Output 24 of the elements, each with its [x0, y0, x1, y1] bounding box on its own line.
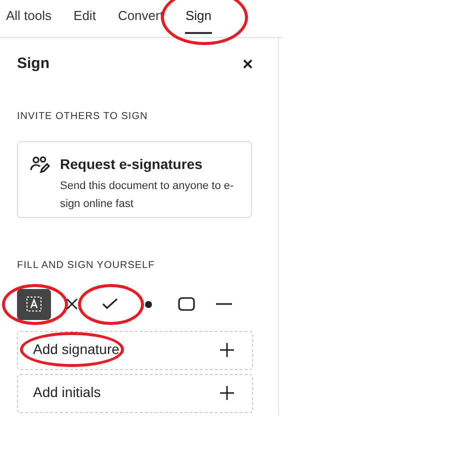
close-button[interactable]: × [242, 55, 253, 74]
tool-button[interactable] [17, 288, 51, 320]
add-row[interactable]: Add initials [17, 374, 253, 412]
request-card[interactable]: Request e-signatures Send this document to anyone to e-sign online fast [17, 140, 252, 218]
plus-icon [220, 343, 234, 357]
tab[interactable]: All tools [6, 6, 52, 37]
plus-icon [220, 386, 234, 400]
dot-icon [144, 300, 152, 308]
card-description: Send this document to anyone to e-sign online fast [60, 178, 235, 212]
tab[interactable]: Edit [74, 6, 96, 37]
text-field-icon [26, 296, 42, 312]
section-heading: INVITE OTHERS TO SIGN [17, 110, 149, 124]
section-heading: FILL AND SIGN YOURSELF [17, 258, 156, 272]
panel-title: Sign [17, 54, 50, 74]
card-title: Request e-signatures [60, 154, 204, 174]
check-icon [102, 298, 118, 310]
tab[interactable]: Sign [185, 6, 212, 37]
add-row[interactable]: Add signature [17, 330, 253, 370]
cross-icon [66, 298, 78, 310]
row-label: Add signature [33, 341, 120, 357]
line-icon [216, 303, 232, 305]
people-pen-icon [30, 156, 50, 174]
row-label: Add initials [33, 384, 101, 400]
rectangle-icon [178, 297, 194, 311]
